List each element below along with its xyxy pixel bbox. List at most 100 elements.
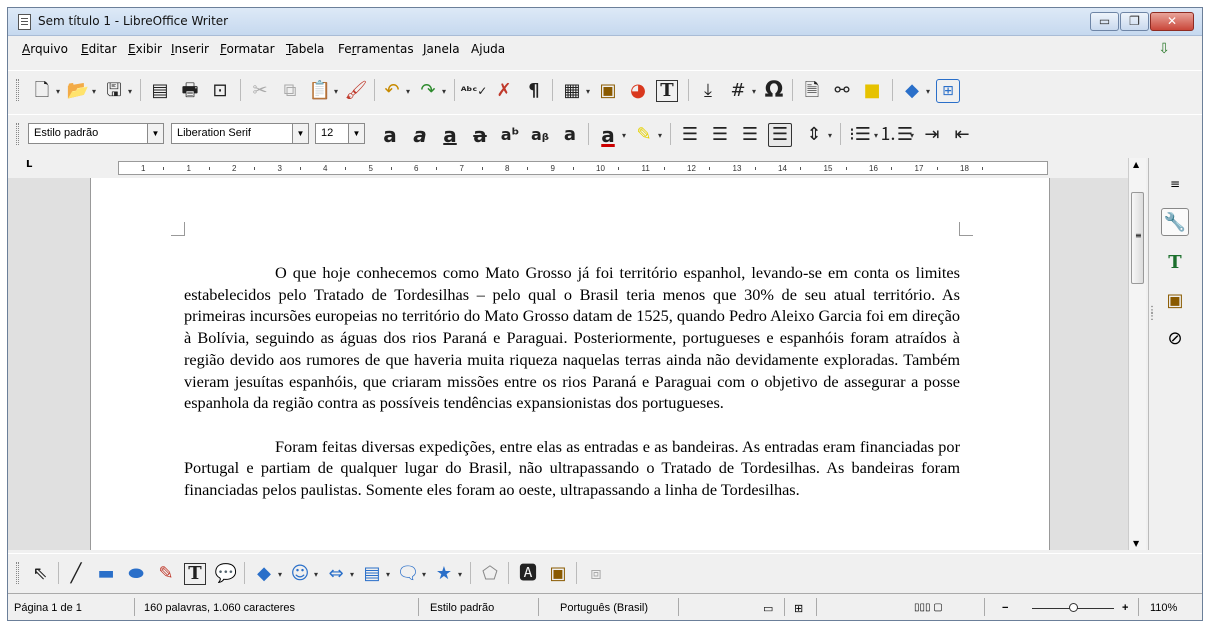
flowchart-dropdown-arrow[interactable]: ▾ (386, 570, 390, 579)
freeform-icon[interactable]: ✎ (154, 562, 178, 586)
special-character-icon[interactable]: Ω (762, 79, 786, 103)
justify-icon[interactable]: ☰ (768, 123, 792, 147)
points-icon[interactable]: ⬠ (478, 562, 502, 586)
flowchart-icon[interactable]: ▤ (360, 562, 384, 586)
subscript-icon[interactable]: aᵦ (528, 123, 552, 147)
smiley-icon[interactable]: ☺ (288, 562, 312, 586)
line-spacing-dropdown-arrow[interactable]: ▾ (828, 131, 832, 140)
callout-icon[interactable]: 💬 (214, 562, 238, 586)
menu-inserir[interactable]: Inserir (171, 42, 209, 56)
undo-icon[interactable]: ↶ (380, 79, 404, 103)
show-draw-functions-icon[interactable]: ⊞ (936, 79, 960, 103)
select-icon[interactable]: ⇖ (28, 562, 52, 586)
hyperlink-icon[interactable]: ⚯ (830, 79, 854, 103)
image-icon[interactable]: ▣ (546, 562, 570, 586)
scroll-down-icon[interactable]: ▼ (1133, 539, 1139, 548)
save-dropdown-arrow[interactable]: ▾ (128, 87, 132, 96)
align-right-icon[interactable]: ☰ (738, 123, 762, 147)
diamond-dropdown-arrow[interactable]: ▾ (278, 570, 282, 579)
align-center-icon[interactable]: ☰ (708, 123, 732, 147)
decrease-indent-icon[interactable]: ⇤ (950, 123, 974, 147)
strikethrough-icon[interactable]: a (468, 123, 492, 147)
basic-shapes-icon[interactable]: ◆ (900, 79, 924, 103)
menu-exibir[interactable]: Exibir (128, 42, 162, 56)
star-dropdown-arrow[interactable]: ▾ (458, 570, 462, 579)
toolbar-grip[interactable] (16, 123, 19, 145)
scroll-up-icon[interactable]: ▲ (1133, 160, 1139, 169)
insert-footnote-icon[interactable]: 🗎 (800, 79, 824, 103)
font-size-combo[interactable]: 12 ▼ (315, 123, 365, 144)
line-spacing-icon[interactable]: ⇕ (802, 123, 826, 147)
superscript-icon[interactable]: aᵇ (498, 123, 522, 147)
field-dropdown-arrow[interactable]: ▾ (752, 87, 756, 96)
rectangle-icon[interactable]: ▬ (94, 562, 118, 586)
document-paragraph[interactable]: O que hoje conhecemos como Mato Grosso j… (184, 262, 960, 414)
document-area[interactable]: O que hoje conhecemos como Mato Grosso j… (8, 178, 1128, 550)
open-dropdown-arrow[interactable]: ▾ (92, 87, 96, 96)
italic-icon[interactable]: a (408, 123, 432, 147)
menu-janela[interactable]: Janela (423, 42, 460, 56)
chevron-down-icon[interactable]: ▼ (147, 124, 163, 143)
align-left-icon[interactable]: ☰ (678, 123, 702, 147)
menu-ferramentas[interactable]: Ferramentas (338, 42, 414, 56)
toolbar-grip[interactable] (16, 79, 19, 101)
paste-dropdown-arrow[interactable]: ▾ (334, 87, 338, 96)
zoom-out-button[interactable]: − (1002, 602, 1008, 614)
zoom-slider-knob[interactable] (1069, 603, 1078, 612)
font-name-combo[interactable]: Liberation Serif ▼ (171, 123, 309, 144)
word-count[interactable]: 160 palavras, 1.060 caracteres (144, 602, 295, 614)
insert-comment-icon[interactable]: ■ (860, 79, 884, 103)
menu-tabela[interactable]: Tabela (286, 42, 324, 56)
insert-table-icon[interactable]: ▦ (560, 79, 584, 103)
undo-dropdown-arrow[interactable]: ▾ (406, 87, 410, 96)
clone-formatting-icon[interactable]: 🖌 (344, 79, 368, 103)
diamond-icon[interactable]: ◆ (252, 562, 276, 586)
underline-icon[interactable]: a (438, 123, 462, 147)
tab-stop-selector[interactable]: L (26, 159, 32, 170)
spellcheck-icon[interactable]: ᴬᵇᶜ✓ (461, 79, 488, 103)
autocorrect-icon[interactable]: ✗ (492, 79, 516, 103)
extrusion-icon[interactable]: ⧈ (584, 562, 608, 586)
menu-formatar[interactable]: Formatar (220, 42, 275, 56)
maximize-button[interactable]: ❐ (1120, 12, 1149, 31)
font-color-dropdown-arrow[interactable]: ▾ (622, 131, 626, 140)
numbering-dropdown-arrow[interactable]: ▾ (910, 131, 914, 140)
redo-icon[interactable]: ↷ (416, 79, 440, 103)
new-document-icon[interactable]: 🗋 (30, 79, 54, 103)
table-dropdown-arrow[interactable]: ▾ (586, 87, 590, 96)
view-layout-icon[interactable]: ▯▯▯ ▢ (914, 602, 943, 613)
menu-arquivo[interactable]: Arquivo (22, 42, 68, 56)
page-style[interactable]: Estilo padrão (430, 602, 494, 614)
properties-icon[interactable]: 🔧 (1161, 208, 1189, 236)
line-icon[interactable]: ╱ (64, 562, 88, 586)
insert-image-icon[interactable]: ▣ (596, 79, 620, 103)
selection-mode-icon[interactable]: ⊞ (794, 602, 803, 615)
print-icon[interactable]: 🖶 (178, 79, 202, 103)
arrow-dropdown-arrow[interactable]: ▾ (350, 570, 354, 579)
speech-bubble-icon[interactable]: 🗨 (396, 562, 420, 586)
menu-ajuda[interactable]: Ajuda (471, 42, 505, 56)
bullet-list-icon[interactable]: ⁝☰ (848, 123, 872, 147)
formatting-marks-icon[interactable]: ¶ (522, 79, 546, 103)
minimize-button[interactable]: ▭ (1090, 12, 1119, 31)
document-body[interactable]: O que hoje conhecemos como Mato Grosso j… (184, 262, 960, 522)
gallery-icon[interactable]: ▣ (1161, 286, 1189, 314)
menu-editar[interactable]: Editar (81, 42, 117, 56)
insert-mode-icon[interactable]: ▭ (763, 602, 773, 615)
shapes-dropdown-arrow[interactable]: ▾ (926, 87, 930, 96)
save-icon[interactable]: 🖫 (102, 79, 126, 103)
navigator-icon[interactable]: ⊘ (1161, 324, 1189, 352)
sidebar-grip[interactable]: ⋮ ⋮ (1147, 306, 1157, 322)
textbox-icon[interactable]: T (184, 563, 206, 585)
fontwork-icon[interactable]: 🅰 (516, 562, 540, 586)
bullet-dropdown-arrow[interactable]: ▾ (874, 131, 878, 140)
highlighting-icon[interactable]: ✎ (632, 123, 656, 147)
bubble-dropdown-arrow[interactable]: ▾ (422, 570, 426, 579)
insert-textbox-icon[interactable]: T (656, 80, 678, 102)
redo-dropdown-arrow[interactable]: ▾ (442, 87, 446, 96)
styles-icon[interactable]: T (1161, 248, 1189, 276)
chevron-down-icon[interactable]: ▼ (348, 124, 364, 143)
close-button[interactable]: ✕ (1150, 12, 1194, 31)
horizontal-ruler[interactable]: 1 1 2 3 4 5 6 7 8 9 10 11 12 13 14 15 16 17 18 (118, 161, 1048, 175)
paragraph-style-combo[interactable]: Estilo padrão ▼ (28, 123, 164, 144)
